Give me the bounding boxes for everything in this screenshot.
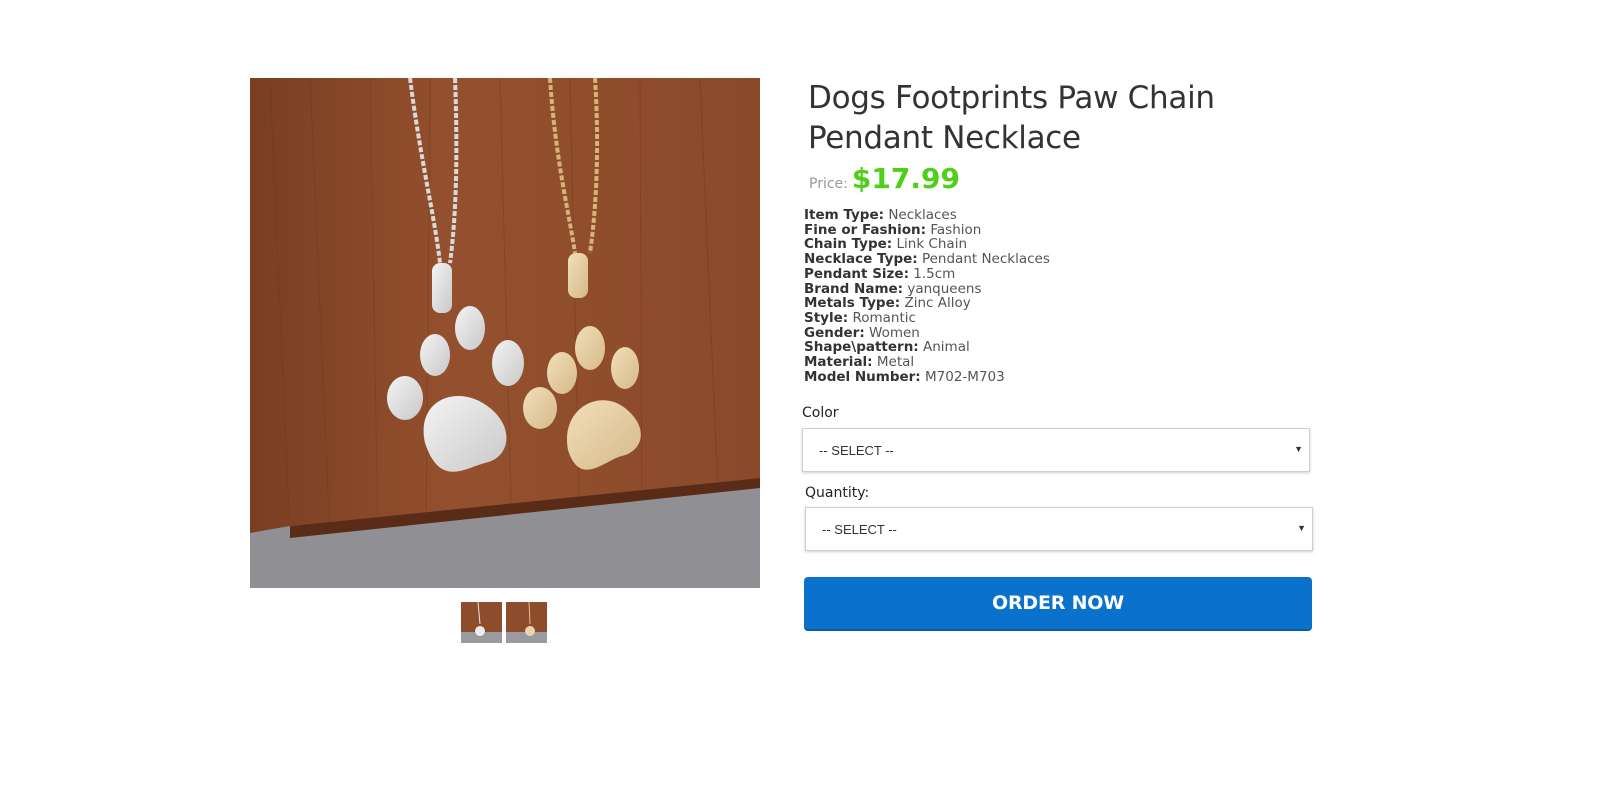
spec-key: Model Number: <box>804 368 921 385</box>
chevron-down-icon: ▼ <box>1297 523 1306 533</box>
color-select-value: -- SELECT -- <box>819 443 894 458</box>
spec-key: Shape\pattern: <box>804 339 919 356</box>
color-select[interactable]: -- SELECT -- ▼ <box>802 428 1310 472</box>
spec-value: Metal <box>876 354 915 371</box>
spec-key: Chain Type: <box>804 236 893 253</box>
product-specs: Item Type: Necklaces Fine or Fashion: Fa… <box>804 208 1322 384</box>
chevron-down-icon: ▼ <box>1294 444 1303 454</box>
spec-key: Material: <box>804 354 873 371</box>
spec-key: Style: <box>804 309 849 326</box>
spec-row: Chain Type: Link Chain <box>804 237 1322 252</box>
spec-key: Necklace Type: <box>804 251 918 268</box>
spec-value: M702-M703 <box>925 368 1005 385</box>
spec-value: Necklaces <box>888 207 957 223</box>
main-product-image <box>250 78 760 588</box>
spec-row: Model Number: M702-M703 <box>804 368 1322 385</box>
spec-row: Shape\pattern: Animal <box>804 340 1322 355</box>
price-label: Price: <box>809 176 848 192</box>
spec-value: yanqueens <box>907 280 982 297</box>
order-now-button[interactable]: ORDER NOW <box>804 577 1312 629</box>
spec-value: Zinc Alloy <box>904 295 971 312</box>
spec-row: Necklace Type: Pendant Necklaces <box>804 252 1322 267</box>
spec-key: Brand Name: <box>804 280 904 297</box>
spec-value: 1.5cm <box>913 265 956 282</box>
thumbnail-gold[interactable] <box>506 602 547 643</box>
spec-row: Brand Name: yanqueens <box>804 280 1322 297</box>
product-info: Dogs Footprints Paw Chain Pendant Neckla… <box>802 78 1322 629</box>
spec-value: Pendant Necklaces <box>921 251 1050 268</box>
price-row: Price: $17.99 <box>809 162 1322 198</box>
spec-row: Gender: Women <box>804 324 1322 341</box>
product-title: Dogs Footprints Paw Chain Pendant Neckla… <box>808 80 1215 156</box>
spec-value: Link Chain <box>896 236 968 253</box>
spec-value: Women <box>869 324 920 341</box>
spec-key: Item Type: <box>804 207 885 223</box>
spec-row: Metals Type: Zinc Alloy <box>804 296 1322 311</box>
spec-row: Style: Romantic <box>804 311 1322 326</box>
spec-key: Pendant Size: <box>804 265 909 282</box>
color-label: Color <box>802 405 839 421</box>
quantity-label: Quantity: <box>805 485 870 501</box>
quantity-select[interactable]: -- SELECT -- ▼ <box>805 507 1313 551</box>
price-value: $17.99 <box>851 162 960 195</box>
spec-row: Pendant Size: 1.5cm <box>804 265 1322 282</box>
spec-row: Item Type: Necklaces <box>804 208 1322 223</box>
quantity-select-value: -- SELECT -- <box>822 522 897 537</box>
thumbnail-strip <box>461 602 547 643</box>
spec-key: Metals Type: <box>804 295 901 312</box>
spec-value: Animal <box>923 339 970 356</box>
spec-key: Fine or Fashion: <box>804 221 927 238</box>
spec-row: Material: Metal <box>804 355 1322 370</box>
spec-row: Fine or Fashion: Fashion <box>804 221 1322 238</box>
spec-key: Gender: <box>804 324 865 341</box>
thumbnail-silver[interactable] <box>461 602 502 643</box>
product-gallery <box>250 78 760 643</box>
spec-value: Fashion <box>930 221 982 238</box>
spec-value: Romantic <box>852 309 916 326</box>
